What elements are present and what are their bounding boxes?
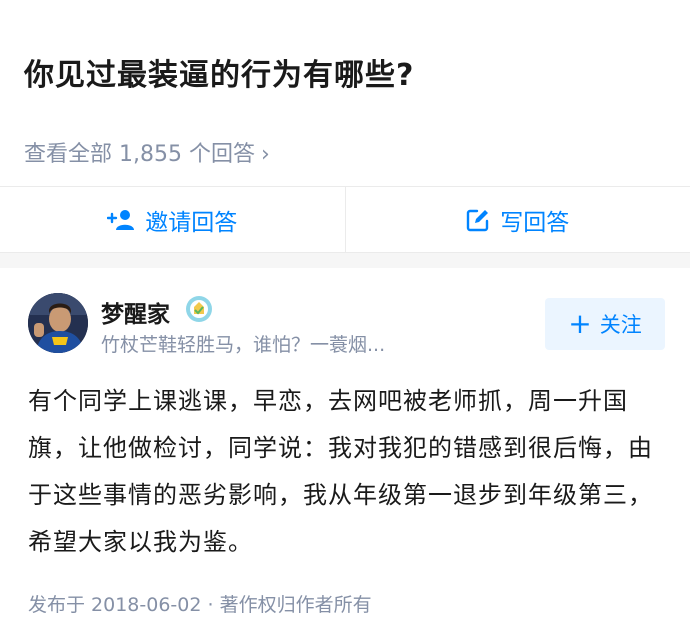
invite-answer-button[interactable]: 邀请回答 [0,187,345,252]
question-title: 你见过最装逼的行为有哪些? [24,58,415,93]
follow-label: 关注 [599,313,642,337]
plus-icon: + [568,307,592,340]
answer-meta: 发布于 2018-06-02 · 著作权归作者所有 [28,594,372,616]
add-user-icon [107,209,135,230]
avatar[interactable] [28,293,88,353]
view-all-label: 查看全部 1,855 个回答 [24,142,255,167]
write-answer-button[interactable]: 写回答 [344,187,690,252]
verified-badge-icon [186,296,212,322]
invite-answer-label: 邀请回答 [145,209,238,236]
author-bio: 竹杖芒鞋轻胜马，谁怕？一蓑烟... [101,334,386,356]
author-name[interactable]: 梦醒家 [101,295,170,329]
answer-author-row: 梦醒家 竹杖芒鞋轻胜马，谁怕？一蓑烟... + 关注 [28,293,668,357]
write-answer-label: 写回答 [500,209,570,236]
section-divider [0,252,690,268]
follow-button[interactable]: + 关注 [545,298,665,350]
answer-content: 有个同学上课逃课，早恋，去网吧被老师抓，周一升国旗，让他做检讨，同学说：我对我犯… [28,387,653,556]
question-action-bar: 邀请回答 写回答 [0,186,690,252]
view-all-answers-link[interactable]: 查看全部 1,855 个回答 › [24,136,270,168]
chevron-right-icon: › [260,142,270,167]
edit-icon [467,209,489,231]
